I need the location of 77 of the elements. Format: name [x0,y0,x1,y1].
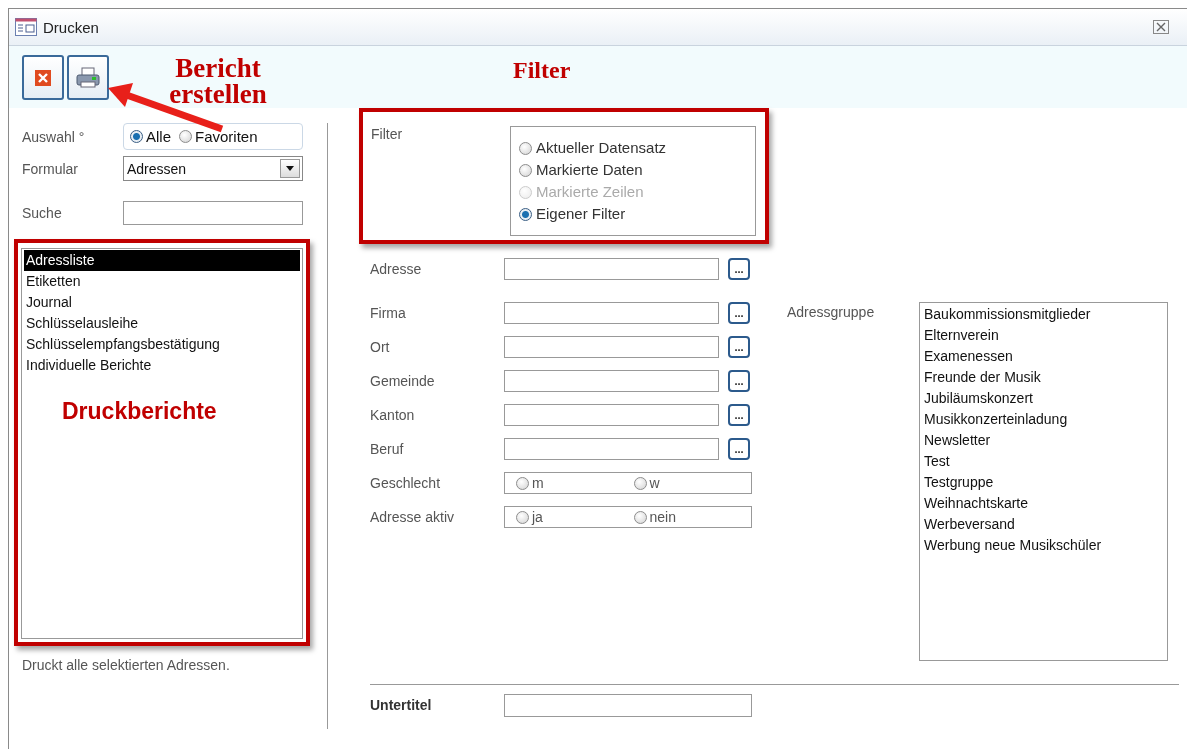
browse-button[interactable]: ... [728,404,750,426]
input-field[interactable] [504,370,719,392]
close-icon[interactable] [1153,20,1169,34]
form-icon [15,18,37,36]
option-label[interactable]: Favoriten [195,128,258,145]
list-item[interactable]: Newsletter [924,430,1163,451]
window-title: Drucken [43,18,99,36]
list-item[interactable]: Schlüsselempfangsbestätigung [24,334,300,355]
close-icon [35,69,51,86]
radio-button[interactable] [519,141,532,155]
print-button[interactable] [67,55,109,100]
list-item[interactable]: Werbung neue Musikschüler [924,535,1163,556]
list-item[interactable]: Elternverein [924,325,1163,346]
dropdown[interactable]: Adressen [123,156,303,181]
radio-button[interactable] [519,207,532,221]
list-item[interactable]: Musikkonzerteinladung [924,409,1163,430]
browse-button[interactable]: ... [728,438,750,460]
option-label[interactable]: Alle [146,128,171,145]
input-field[interactable] [504,302,719,324]
radio-button[interactable] [179,130,192,143]
printer-icon [76,66,100,89]
field-label: Suche [22,205,63,221]
input-field[interactable] [504,693,752,717]
annotation-heading: Filter [513,57,571,84]
browse-button[interactable]: ... [728,258,750,280]
option-label[interactable]: w [649,475,660,491]
list-item[interactable]: Journal [24,292,300,313]
caret-icon [286,166,294,171]
list-item[interactable]: Baukommissionsmitglieder [924,304,1163,325]
option-label[interactable]: m [532,475,544,491]
browse-button[interactable]: ... [728,370,750,392]
input-field[interactable] [504,438,719,460]
list-item[interactable]: Testgruppe [924,472,1163,493]
list-item[interactable]: Freunde der Musik [924,367,1163,388]
list-item[interactable]: Werbeversand [924,514,1163,535]
group-label: Filter [371,126,404,144]
radio-button[interactable] [633,476,647,490]
field-label: Auswahl ° [22,128,86,145]
field-label: Adressgruppe [787,303,876,322]
radio-button[interactable] [633,510,647,524]
field-label: Beruf [370,441,405,457]
search-field[interactable] [123,201,303,225]
browse-button[interactable]: ... [728,302,750,324]
radio-button[interactable] [516,510,529,524]
browse-button[interactable]: ... [728,336,750,358]
input-field[interactable] [504,258,719,280]
field-label: Adresse [370,261,423,277]
option-label[interactable]: ja [532,509,543,525]
option-label[interactable]: Eigener Filter [536,203,626,225]
field-label: Untertitel [370,697,433,713]
option-label[interactable]: Markierte Daten [536,159,643,181]
field-label: Gemeinde [370,373,436,389]
radio-button[interactable] [130,130,143,143]
list-item[interactable]: Weihnachtskarte [924,493,1163,514]
list-item[interactable]: Adressliste [24,250,300,271]
field-label: Kanton [370,407,416,423]
field-label: Firma [370,305,407,321]
input-field[interactable] [504,336,719,358]
list-item[interactable]: Schlüsselausleihe [24,313,300,334]
list-item[interactable]: Etiketten [24,271,300,292]
radio-button[interactable] [516,476,529,490]
field-label: Adresse aktiv [370,509,456,525]
option-label[interactable]: Aktueller Datensatz [536,137,667,159]
close-button[interactable] [22,55,64,100]
annotation-label: Bericht erstellen [168,55,268,107]
list-item[interactable]: Test [924,451,1163,472]
list-item[interactable]: Examenessen [924,346,1163,367]
field-label: Ort [370,339,391,355]
radio-button[interactable] [519,163,532,177]
option-label[interactable]: nein [649,509,676,525]
list-item[interactable]: Individuelle Berichte [24,355,300,376]
input-field[interactable] [504,404,719,426]
list-item[interactable]: Jubiläumskonzert [924,388,1163,409]
annotation-label: Druckberichte [62,398,217,425]
field-label: Geschlecht [370,475,442,491]
field-label: Formular [22,160,79,177]
description-text: Druckt alle selektierten Adressen. [22,657,231,673]
